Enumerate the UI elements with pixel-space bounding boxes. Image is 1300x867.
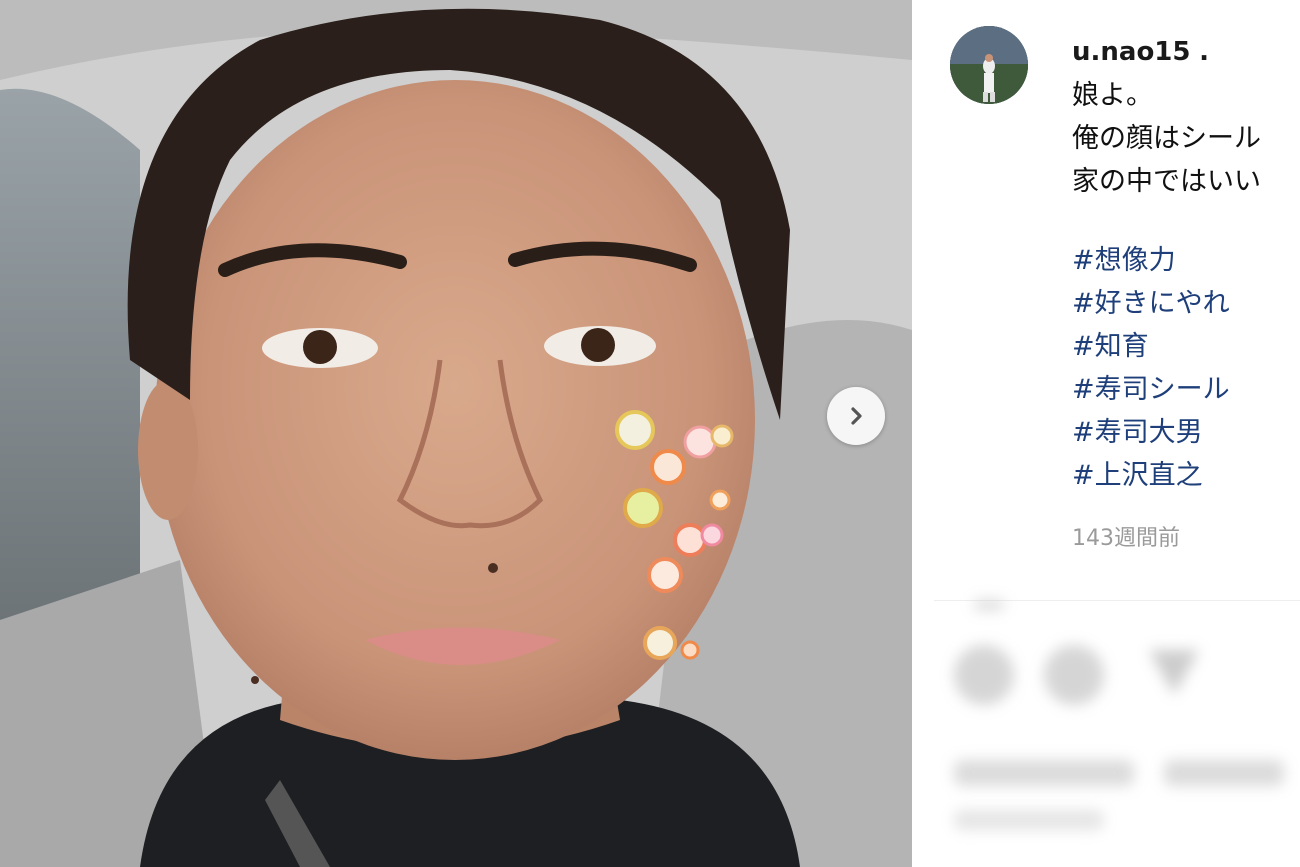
profile-avatar[interactable] — [950, 26, 1028, 104]
caption-line: 娘よ。 — [1072, 80, 1153, 111]
caption-panel: u.nao15 . 娘よ。 俺の顔はシール 家の中ではいい #想像力 #好きにや… — [912, 0, 1300, 867]
avatar-image — [950, 26, 1028, 104]
post-caption: u.nao15 . 娘よ。 俺の顔はシール 家の中ではいい #想像力 #好きにや… — [1072, 30, 1300, 497]
post-timestamp: 143週間前 — [1072, 526, 1180, 551]
username-link[interactable]: u.nao15 — [1072, 37, 1191, 67]
hashtag-link[interactable]: #好きにやれ — [1072, 282, 1300, 325]
hashtag-list: #想像力 #好きにやれ #知育 #寿司シール #寿司大男 #上沢直之 — [1072, 239, 1300, 497]
hashtag-link[interactable]: #想像力 — [1072, 239, 1300, 282]
username-suffix: . — [1199, 37, 1209, 67]
post-photo — [0, 0, 912, 867]
caption-line: 俺の顔はシール — [1072, 123, 1261, 154]
selfie-image — [0, 0, 912, 867]
caption-line: 家の中ではいい — [1072, 166, 1261, 197]
hashtag-link[interactable]: #上沢直之 — [1072, 454, 1300, 497]
chevron-right-icon — [851, 407, 862, 425]
hashtag-link[interactable]: #知育 — [1072, 325, 1300, 368]
next-image-button[interactable] — [827, 387, 885, 445]
hashtag-link[interactable]: #寿司大男 — [1072, 411, 1300, 454]
hashtag-link[interactable]: #寿司シール — [1072, 368, 1300, 411]
blurred-actions-area — [954, 600, 1284, 830]
